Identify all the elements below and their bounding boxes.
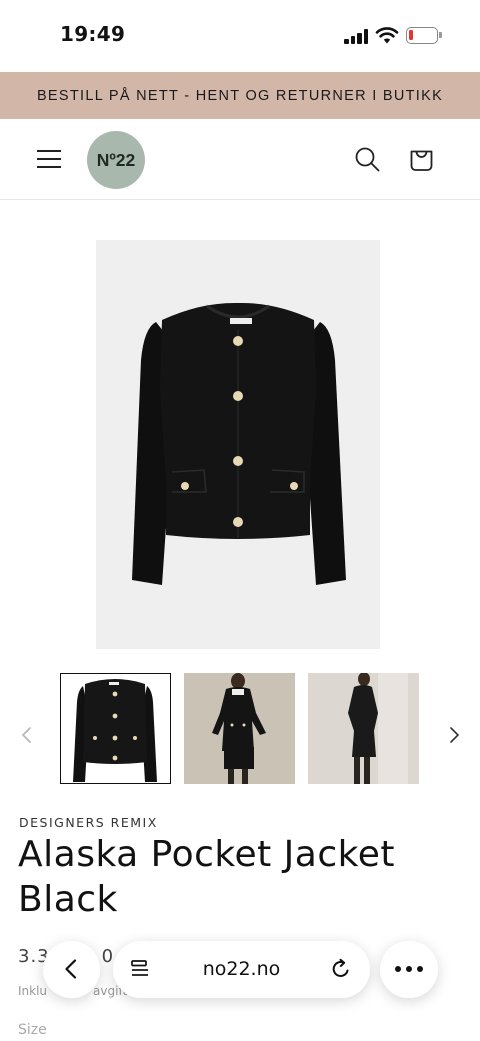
tax-note-visible: Inklu	[18, 984, 48, 998]
product-main-image[interactable]	[96, 240, 380, 649]
search-icon[interactable]	[354, 146, 380, 172]
announcement-text: BESTILL PÅ NETT - HENT OG RETURNER I BUT…	[36, 87, 444, 104]
reload-icon[interactable]	[329, 957, 353, 981]
cart-icon[interactable]	[408, 145, 435, 173]
logo[interactable]: Nº22	[87, 131, 145, 189]
battery-level	[409, 30, 413, 40]
thumbnail-2[interactable]	[184, 673, 295, 784]
browser-url-bar[interactable]: no22.no	[113, 941, 370, 998]
logo-text: Nº22	[96, 149, 136, 170]
thumbnail-model-front-image	[184, 673, 295, 784]
browser-more-button[interactable]	[380, 941, 438, 998]
product-title: Alaska Pocket Jacket Black	[18, 834, 395, 920]
thumbnail-prev-icon[interactable]	[14, 722, 40, 748]
thumbnail-jacket-image	[61, 674, 169, 782]
battery-tip	[439, 32, 442, 38]
product-vendor[interactable]: DESIGNERS REMIX	[19, 815, 158, 830]
site-header: Nº22	[0, 119, 480, 200]
jacket-image	[96, 240, 380, 649]
status-bar: 19:49	[0, 0, 480, 72]
size-label: Size	[18, 1022, 47, 1038]
announcement-bar[interactable]: BESTILL PÅ NETT - HENT OG RETURNER I BUT…	[0, 72, 480, 119]
browser-back-button[interactable]	[43, 941, 100, 998]
thumbnail-3[interactable]	[308, 673, 419, 784]
thumbnail-1[interactable]	[60, 673, 171, 784]
signal-icon	[344, 28, 370, 44]
battery-icon	[406, 27, 438, 44]
thumbnail-model-side-image	[308, 673, 419, 784]
wifi-icon	[375, 27, 399, 44]
thumbnail-next-icon[interactable]	[441, 722, 467, 748]
more-icon	[395, 966, 423, 974]
menu-icon[interactable]	[37, 148, 61, 170]
status-time: 19:49	[60, 22, 126, 46]
back-icon	[65, 959, 77, 979]
